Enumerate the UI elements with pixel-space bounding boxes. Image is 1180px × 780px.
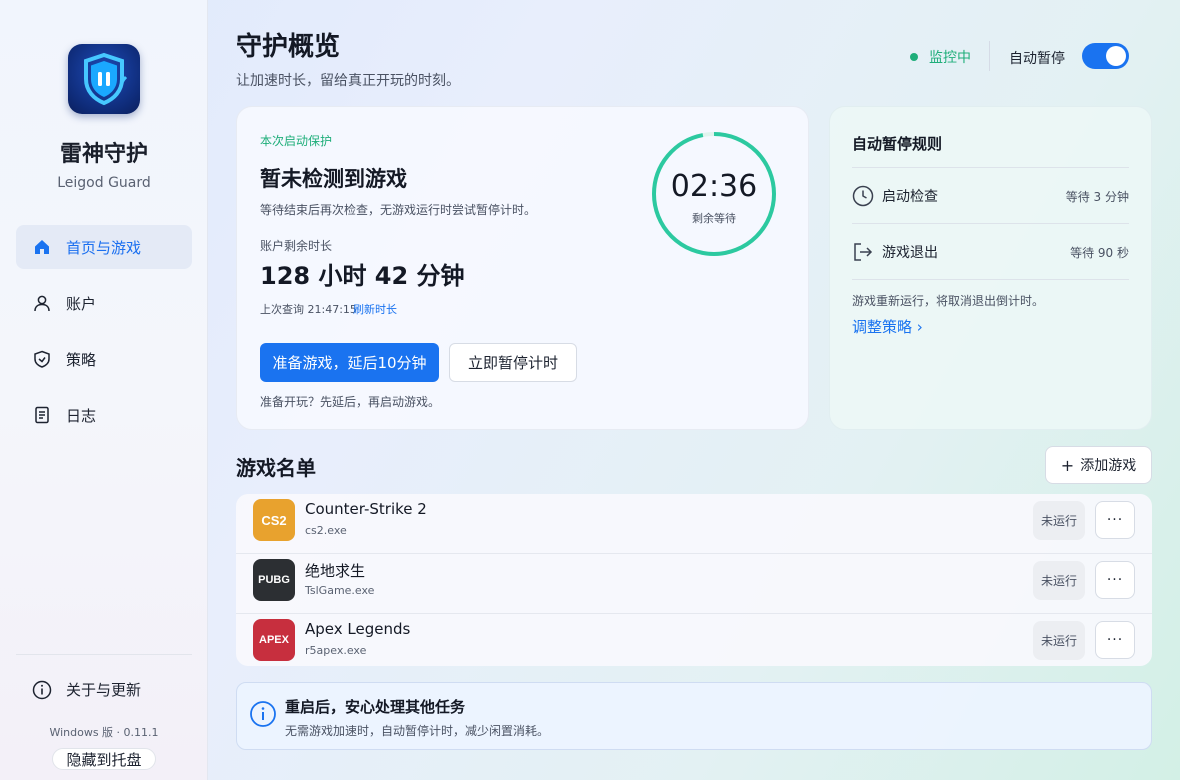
session-hint: 准备开玩？先延后，再启动游戏。 <box>260 395 441 409</box>
sidebar-item-label: 日志 <box>66 406 97 425</box>
brand-name: 雷神守护 <box>59 142 148 167</box>
sidebar-divider <box>16 654 192 655</box>
add-game-button[interactable]: + 添加游戏 <box>1045 446 1152 484</box>
game-icon-pubg: PUBG <box>253 559 295 601</box>
games-section-title: 游戏名单 <box>236 456 316 480</box>
version-label: Windows 版 · 0.11.1 <box>49 726 159 739</box>
toggle-knob <box>1106 46 1126 66</box>
info-description: 无需游戏加速时，自动暂停计时，减少闲置消耗。 <box>285 724 550 738</box>
auto-pause-rules-card: 自动暂停规则 启动检查 等待 3 分钟 游戏退出 等待 90 秒 游戏重新运行，… <box>829 106 1152 430</box>
exit-icon <box>852 241 874 263</box>
rules-divider <box>852 223 1129 224</box>
more-options-button[interactable]: ··· <box>1095 621 1135 659</box>
game-icon-cs2: CS2 <box>253 499 295 541</box>
sidebar-item-logs[interactable]: 日志 <box>16 393 192 437</box>
sidebar: 雷神守护 Leigod Guard 首页与游戏 账户 策略 日志 关于与更新 W… <box>0 0 208 780</box>
status-label: 监控中 <box>929 50 971 66</box>
session-title: 暂未检测到游戏 <box>260 167 407 191</box>
rule-row-startup-check: 启动检查 等待 3 分钟 <box>852 184 1129 208</box>
auto-pause-toggle[interactable] <box>1082 43 1129 69</box>
adjust-strategy-link[interactable]: 调整策略 › <box>852 316 923 337</box>
more-options-button[interactable]: ··· <box>1095 561 1135 599</box>
page-subtitle: 让加速时长，留给真正开玩的时刻。 <box>236 73 460 89</box>
sidebar-item-strategy[interactable]: 策略 <box>16 337 192 381</box>
shield-logo-icon <box>84 52 128 106</box>
clock-icon <box>852 185 874 207</box>
countdown-time: 02:36 <box>670 169 758 204</box>
info-icon <box>32 680 52 700</box>
user-icon <box>32 293 52 313</box>
rule-name: 启动检查 <box>882 189 938 205</box>
brand-subtitle: Leigod Guard <box>57 175 151 191</box>
rule-name: 游戏退出 <box>882 245 938 261</box>
game-exe: TslGame.exe <box>305 584 375 597</box>
game-icon-apex: APEX <box>253 619 295 661</box>
game-row[interactable]: APEX Apex Legends r5apex.exe 未运行 ··· <box>236 614 1152 666</box>
rules-note: 游戏重新运行，将取消退出倒计时。 <box>852 294 1045 308</box>
refresh-duration-link[interactable]: 刷新时长 <box>353 301 397 317</box>
sidebar-nav: 首页与游戏 账户 策略 日志 <box>16 225 192 449</box>
rules-divider <box>852 279 1129 280</box>
game-name: Apex Legends <box>305 620 411 638</box>
sidebar-item-account[interactable]: 账户 <box>16 281 192 325</box>
about-label: 关于与更新 <box>66 681 142 699</box>
sidebar-item-label: 账户 <box>66 294 97 313</box>
status-dot-icon <box>910 53 918 61</box>
auto-pause-label: 自动暂停 <box>1009 51 1065 67</box>
header-divider <box>989 41 990 71</box>
home-icon <box>32 237 52 257</box>
session-description: 等待结束后再次检查，无游戏运行时尝试暂停计时。 <box>260 203 537 217</box>
shield-icon <box>32 349 52 369</box>
rule-row-game-exit: 游戏退出 等待 90 秒 <box>852 240 1129 264</box>
games-list: CS2 Counter-Strike 2 cs2.exe 未运行 ··· PUB… <box>236 494 1152 666</box>
game-status-badge: 未运行 <box>1033 621 1085 660</box>
sidebar-item-home[interactable]: 首页与游戏 <box>16 225 192 269</box>
info-icon <box>249 700 277 728</box>
document-icon <box>32 405 52 425</box>
sidebar-item-label: 策略 <box>66 350 97 369</box>
last-query-time: 上次查询 21:47:15 <box>260 303 357 316</box>
game-status-badge: 未运行 <box>1033 561 1085 600</box>
game-name: Counter-Strike 2 <box>305 500 427 518</box>
session-tag: 本次启动保护 <box>260 134 333 148</box>
game-row[interactable]: CS2 Counter-Strike 2 cs2.exe 未运行 ··· <box>236 494 1152 554</box>
page-title: 守护概览 <box>236 32 341 62</box>
pause-now-button[interactable]: 立即暂停计时 <box>449 343 577 382</box>
about-update-link[interactable]: 关于与更新 <box>32 679 141 700</box>
app-logo <box>68 44 140 114</box>
rules-title: 自动暂停规则 <box>852 135 943 153</box>
plus-icon: + <box>1060 455 1075 475</box>
remaining-label: 账户剩余时长 <box>260 239 333 253</box>
rule-value: 等待 90 秒 <box>1070 245 1129 260</box>
monitor-status: 监控中 <box>910 47 971 67</box>
hide-to-tray-button[interactable]: 隐藏到托盘 <box>52 748 156 770</box>
game-name: 绝地求生 <box>305 562 366 580</box>
session-card: 本次启动保护 暂未检测到游戏 等待结束后再次检查，无游戏运行时尝试暂停计时。 账… <box>236 106 809 430</box>
game-exe: cs2.exe <box>305 524 347 537</box>
info-title: 重启后，安心处理其他任务 <box>285 698 466 716</box>
more-options-button[interactable]: ··· <box>1095 501 1135 539</box>
countdown-label: 剩余等待 <box>692 212 736 225</box>
rule-value: 等待 3 分钟 <box>1065 189 1129 204</box>
info-banner: 重启后，安心处理其他任务 无需游戏加速时，自动暂停计时，减少闲置消耗。 <box>236 682 1152 750</box>
game-row[interactable]: PUBG 绝地求生 TslGame.exe 未运行 ··· <box>236 554 1152 614</box>
delay-10min-button[interactable]: 准备游戏，延后10分钟 <box>260 343 439 382</box>
sidebar-item-label: 首页与游戏 <box>66 238 142 257</box>
add-game-label: 添加游戏 <box>1080 458 1137 474</box>
game-exe: r5apex.exe <box>305 644 367 657</box>
rules-divider <box>852 167 1129 168</box>
game-status-badge: 未运行 <box>1033 501 1085 540</box>
remaining-value: 128 小时 42 分钟 <box>260 262 465 290</box>
